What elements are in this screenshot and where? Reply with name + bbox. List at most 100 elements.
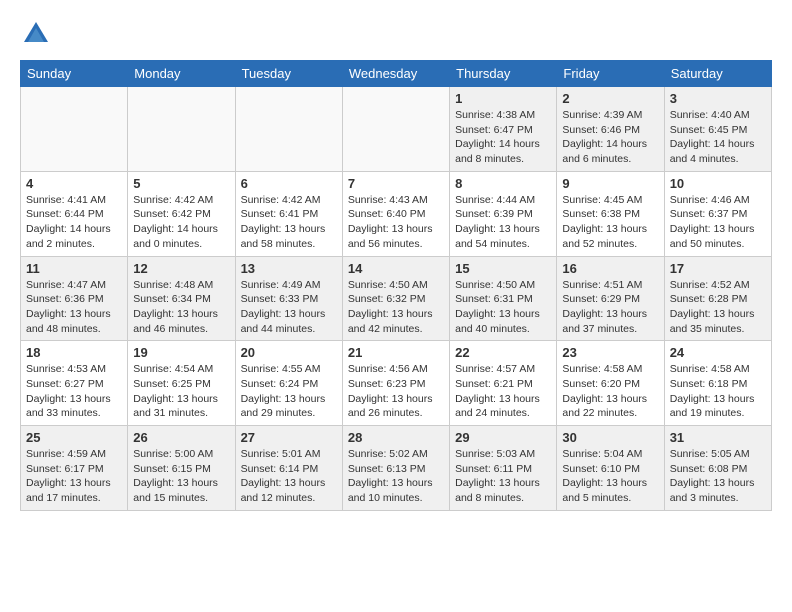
day-cell: 27 Sunrise: 5:01 AM Sunset: 6:14 PM Dayli… (235, 426, 342, 511)
day-number: 27 (241, 430, 337, 445)
day-cell (21, 87, 128, 172)
day-cell: 30 Sunrise: 5:04 AM Sunset: 6:10 PM Dayli… (557, 426, 664, 511)
day-info: Sunrise: 5:04 AM Sunset: 6:10 PM Dayligh… (562, 447, 658, 506)
day-info: Sunrise: 4:52 AM Sunset: 6:28 PM Dayligh… (670, 278, 766, 337)
day-info: Sunrise: 4:39 AM Sunset: 6:46 PM Dayligh… (562, 108, 658, 167)
week-row-2: 11 Sunrise: 4:47 AM Sunset: 6:36 PM Dayli… (21, 256, 772, 341)
logo-icon (22, 20, 50, 48)
day-cell: 19 Sunrise: 4:54 AM Sunset: 6:25 PM Dayli… (128, 341, 235, 426)
day-number: 25 (26, 430, 122, 445)
day-info: Sunrise: 4:45 AM Sunset: 6:38 PM Dayligh… (562, 193, 658, 252)
col-header-tuesday: Tuesday (235, 61, 342, 87)
day-cell: 23 Sunrise: 4:58 AM Sunset: 6:20 PM Dayli… (557, 341, 664, 426)
day-cell: 15 Sunrise: 4:50 AM Sunset: 6:31 PM Dayli… (450, 256, 557, 341)
day-number: 6 (241, 176, 337, 191)
day-number: 12 (133, 261, 229, 276)
day-cell: 22 Sunrise: 4:57 AM Sunset: 6:21 PM Dayli… (450, 341, 557, 426)
col-header-monday: Monday (128, 61, 235, 87)
header (20, 20, 772, 48)
day-cell: 14Sunrise: 4:50 AM Sunset: 6:32 PM Dayli… (342, 256, 449, 341)
day-cell: 8 Sunrise: 4:44 AM Sunset: 6:39 PM Daylig… (450, 171, 557, 256)
day-number: 7 (348, 176, 444, 191)
day-number: 14 (348, 261, 444, 276)
day-info: Sunrise: 4:41 AM Sunset: 6:44 PM Dayligh… (26, 193, 122, 252)
day-cell: 11 Sunrise: 4:47 AM Sunset: 6:36 PM Dayli… (21, 256, 128, 341)
day-info: Sunrise: 4:40 AM Sunset: 6:45 PM Dayligh… (670, 108, 766, 167)
day-number: 20 (241, 345, 337, 360)
day-cell: 9 Sunrise: 4:45 AM Sunset: 6:38 PM Daylig… (557, 171, 664, 256)
day-cell: 5 Sunrise: 4:42 AM Sunset: 6:42 PM Daylig… (128, 171, 235, 256)
day-cell: 24Sunrise: 4:58 AM Sunset: 6:18 PM Dayli… (664, 341, 771, 426)
col-header-friday: Friday (557, 61, 664, 87)
day-info: Sunrise: 4:56 AM Sunset: 6:23 PM Dayligh… (348, 362, 444, 421)
day-cell: 31 Sunrise: 5:05 AM Sunset: 6:08 PM Dayli… (664, 426, 771, 511)
day-info: Sunrise: 4:47 AM Sunset: 6:36 PM Dayligh… (26, 278, 122, 337)
day-cell: 12 Sunrise: 4:48 AM Sunset: 6:34 PM Dayli… (128, 256, 235, 341)
day-info: Sunrise: 4:53 AM Sunset: 6:27 PM Dayligh… (26, 362, 122, 421)
calendar-table: SundayMondayTuesdayWednesdayThursdayFrid… (20, 60, 772, 511)
day-cell: 25 Sunrise: 4:59 AM Sunset: 6:17 PM Dayli… (21, 426, 128, 511)
day-number: 19 (133, 345, 229, 360)
day-info: Sunrise: 4:54 AM Sunset: 6:25 PM Dayligh… (133, 362, 229, 421)
day-info: Sunrise: 4:51 AM Sunset: 6:29 PM Dayligh… (562, 278, 658, 337)
day-number: 1 (455, 91, 551, 106)
day-cell: 2 Sunrise: 4:39 AM Sunset: 6:46 PM Daylig… (557, 87, 664, 172)
week-row-0: 1Sunrise: 4:38 AM Sunset: 6:47 PM Daylig… (21, 87, 772, 172)
day-cell: 20 Sunrise: 4:55 AM Sunset: 6:24 PM Dayli… (235, 341, 342, 426)
day-number: 11 (26, 261, 122, 276)
day-info: Sunrise: 5:03 AM Sunset: 6:11 PM Dayligh… (455, 447, 551, 506)
day-info: Sunrise: 4:42 AM Sunset: 6:42 PM Dayligh… (133, 193, 229, 252)
day-info: Sunrise: 5:00 AM Sunset: 6:15 PM Dayligh… (133, 447, 229, 506)
day-info: Sunrise: 4:59 AM Sunset: 6:17 PM Dayligh… (26, 447, 122, 506)
day-number: 28 (348, 430, 444, 445)
day-number: 9 (562, 176, 658, 191)
day-info: Sunrise: 4:55 AM Sunset: 6:24 PM Dayligh… (241, 362, 337, 421)
logo (20, 20, 50, 48)
day-number: 24 (670, 345, 766, 360)
day-info: Sunrise: 4:57 AM Sunset: 6:21 PM Dayligh… (455, 362, 551, 421)
day-number: 17 (670, 261, 766, 276)
day-number: 26 (133, 430, 229, 445)
day-number: 31 (670, 430, 766, 445)
week-row-4: 25 Sunrise: 4:59 AM Sunset: 6:17 PM Dayli… (21, 426, 772, 511)
day-number: 8 (455, 176, 551, 191)
day-info: Sunrise: 5:01 AM Sunset: 6:14 PM Dayligh… (241, 447, 337, 506)
col-header-thursday: Thursday (450, 61, 557, 87)
day-info: Sunrise: 5:05 AM Sunset: 6:08 PM Dayligh… (670, 447, 766, 506)
day-info: Sunrise: 4:44 AM Sunset: 6:39 PM Dayligh… (455, 193, 551, 252)
col-header-saturday: Saturday (664, 61, 771, 87)
day-number: 22 (455, 345, 551, 360)
day-number: 18 (26, 345, 122, 360)
col-header-wednesday: Wednesday (342, 61, 449, 87)
day-info: Sunrise: 4:58 AM Sunset: 6:20 PM Dayligh… (562, 362, 658, 421)
day-cell: 17 Sunrise: 4:52 AM Sunset: 6:28 PM Dayli… (664, 256, 771, 341)
day-cell (235, 87, 342, 172)
day-info: Sunrise: 4:48 AM Sunset: 6:34 PM Dayligh… (133, 278, 229, 337)
day-info: Sunrise: 4:43 AM Sunset: 6:40 PM Dayligh… (348, 193, 444, 252)
day-number: 15 (455, 261, 551, 276)
day-cell: 1Sunrise: 4:38 AM Sunset: 6:47 PM Daylig… (450, 87, 557, 172)
day-number: 2 (562, 91, 658, 106)
day-cell: 21Sunrise: 4:56 AM Sunset: 6:23 PM Dayli… (342, 341, 449, 426)
day-cell: 13Sunrise: 4:49 AM Sunset: 6:33 PM Dayli… (235, 256, 342, 341)
day-number: 30 (562, 430, 658, 445)
day-cell: 29 Sunrise: 5:03 AM Sunset: 6:11 PM Dayli… (450, 426, 557, 511)
day-cell (128, 87, 235, 172)
header-row: SundayMondayTuesdayWednesdayThursdayFrid… (21, 61, 772, 87)
day-cell: 6 Sunrise: 4:42 AM Sunset: 6:41 PM Daylig… (235, 171, 342, 256)
day-cell: 10Sunrise: 4:46 AM Sunset: 6:37 PM Dayli… (664, 171, 771, 256)
day-number: 29 (455, 430, 551, 445)
day-info: Sunrise: 4:42 AM Sunset: 6:41 PM Dayligh… (241, 193, 337, 252)
day-cell: 26 Sunrise: 5:00 AM Sunset: 6:15 PM Dayli… (128, 426, 235, 511)
day-info: Sunrise: 4:50 AM Sunset: 6:31 PM Dayligh… (455, 278, 551, 337)
day-number: 10 (670, 176, 766, 191)
day-cell: 4Sunrise: 4:41 AM Sunset: 6:44 PM Daylig… (21, 171, 128, 256)
week-row-3: 18 Sunrise: 4:53 AM Sunset: 6:27 PM Dayli… (21, 341, 772, 426)
day-number: 5 (133, 176, 229, 191)
day-number: 13 (241, 261, 337, 276)
day-number: 16 (562, 261, 658, 276)
day-number: 3 (670, 91, 766, 106)
day-cell: 16 Sunrise: 4:51 AM Sunset: 6:29 PM Dayli… (557, 256, 664, 341)
day-number: 23 (562, 345, 658, 360)
day-cell: 7 Sunrise: 4:43 AM Sunset: 6:40 PM Daylig… (342, 171, 449, 256)
